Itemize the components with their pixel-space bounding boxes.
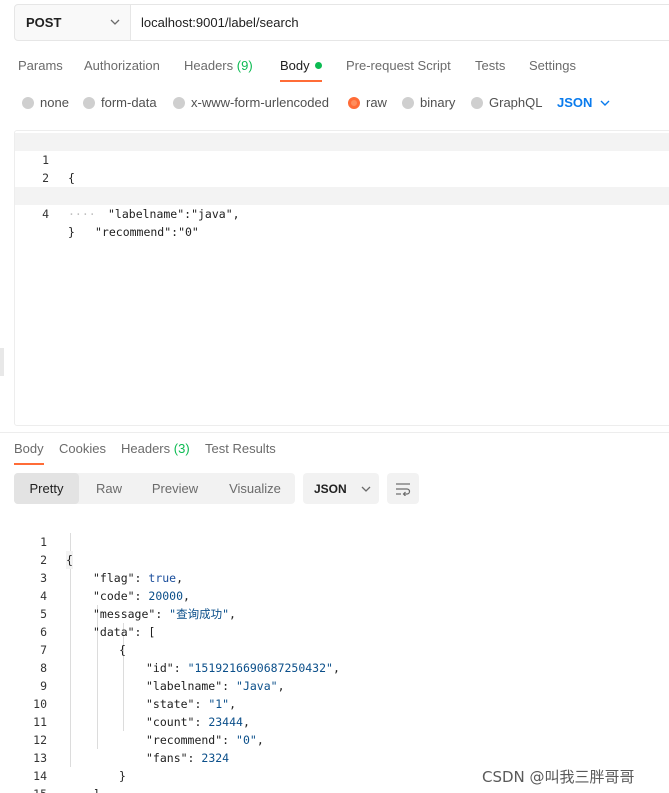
code-line: 4 "message": "查询成功", <box>0 569 669 621</box>
view-pretty-button[interactable]: Pretty <box>14 473 79 504</box>
tab-settings[interactable]: Settings <box>529 58 576 73</box>
radio-circle <box>173 96 185 109</box>
radio-circle <box>471 96 483 109</box>
response-format-label: JSON <box>314 481 347 496</box>
code-line: 3 ···· "recommend":"0" <box>15 169 669 239</box>
code-text: } <box>68 225 75 239</box>
response-headers-count: (3) <box>173 441 190 456</box>
tab-response-headers[interactable]: Headers (3) <box>121 441 190 456</box>
radio-circle <box>402 96 414 109</box>
request-body-editor[interactable]: 1 { 2 ······ "labelname":"java", 3 ···· … <box>14 130 669 426</box>
code-line: 7 "id": "1519216690687250432", <box>0 623 669 675</box>
chevron-down-icon <box>361 486 371 492</box>
method-select[interactable]: POST <box>15 5 131 40</box>
chevron-down-icon <box>110 19 120 25</box>
radio-label: raw <box>366 95 387 110</box>
tab-authorization[interactable]: Authorization <box>84 58 160 73</box>
wrap-lines-button[interactable] <box>387 473 419 504</box>
tab-headers-label: Headers <box>184 58 234 73</box>
body-active-dot <box>314 62 322 69</box>
code-text: "labelname":"java", <box>108 207 240 221</box>
url-text: localhost:9001/label/search <box>141 15 299 30</box>
code-line: 10 "count": 23444, <box>0 677 669 729</box>
divider <box>0 432 669 433</box>
view-preview-button[interactable]: Preview <box>140 473 210 504</box>
tab-test-results[interactable]: Test Results <box>205 441 276 456</box>
tab-body-label: Body <box>280 58 310 73</box>
chevron-down-icon <box>600 100 610 106</box>
json-bracket: ] <box>93 785 100 793</box>
url-input[interactable]: localhost:9001/label/search <box>131 5 669 40</box>
code-line: 1 { <box>0 515 669 569</box>
raw-format-label: JSON <box>557 95 593 110</box>
code-line: 3 "code": 20000, <box>0 551 669 603</box>
tab-pre-request-script[interactable]: Pre-request Script <box>346 58 451 73</box>
radio-urlencoded[interactable]: x-www-form-urlencoded <box>173 95 329 110</box>
radio-circle-selected <box>348 96 360 109</box>
code-line: 2 ······ "labelname":"java", <box>15 151 669 221</box>
tab-response-body[interactable]: Body <box>14 441 44 465</box>
code-line: 11 "recommend": "0", <box>0 695 669 747</box>
line-number: 15 <box>13 785 47 793</box>
tab-cookies[interactable]: Cookies <box>59 441 106 456</box>
code-line: 12 "fans": 2324 <box>0 713 669 765</box>
view-raw-button[interactable]: Raw <box>84 473 134 504</box>
line-number: 4 <box>42 207 49 221</box>
radio-none[interactable]: none <box>22 95 69 110</box>
sidebar-resize-handle[interactable] <box>0 348 4 376</box>
radio-circle <box>22 96 34 109</box>
indent-dots: ···· <box>68 207 96 221</box>
code-text: "recommend":"0" <box>95 225 199 239</box>
tab-body[interactable]: Body <box>280 58 322 82</box>
raw-format-select[interactable]: JSON <box>557 95 610 110</box>
radio-label: none <box>40 95 69 110</box>
watermark: CSDN @叫我三胖哥哥 <box>482 768 635 786</box>
headers-count: (9) <box>236 58 253 73</box>
wrap-lines-icon <box>396 482 411 496</box>
response-view-toggle: Pretty Raw Preview Visualize <box>14 473 295 504</box>
radio-raw[interactable]: raw <box>348 95 387 110</box>
request-url-bar: POST localhost:9001/label/search <box>14 4 669 41</box>
radio-circle <box>83 96 95 109</box>
code-line: 14 ] <box>0 749 669 793</box>
code-line: 9 "state": "1", <box>0 659 669 711</box>
response-format-select[interactable]: JSON <box>303 473 379 504</box>
code-line: 5 "data": [ <box>0 587 669 639</box>
code-line: 8 "labelname": "Java", <box>0 641 669 693</box>
radio-label: GraphQL <box>489 95 543 110</box>
code-line: 1 { <box>15 133 669 185</box>
radio-graphql[interactable]: GraphQL <box>471 95 542 110</box>
tab-headers[interactable]: Headers (9) <box>184 58 253 73</box>
tab-response-headers-label: Headers <box>121 441 171 456</box>
code-line: 13 } <box>0 731 669 783</box>
code-line: 4 } <box>15 187 669 239</box>
code-line: 2 "flag": true, <box>0 533 669 585</box>
tab-params[interactable]: Params <box>18 58 63 73</box>
radio-label: binary <box>420 95 456 110</box>
radio-form-data[interactable]: form-data <box>83 95 157 110</box>
radio-label: x-www-form-urlencoded <box>191 95 329 110</box>
radio-binary[interactable]: binary <box>402 95 455 110</box>
code-line: 6 { <box>0 605 669 657</box>
tab-tests[interactable]: Tests <box>475 58 505 73</box>
method-label: POST <box>26 15 62 30</box>
radio-label: form-data <box>101 95 157 110</box>
view-visualize-button[interactable]: Visualize <box>219 473 291 504</box>
